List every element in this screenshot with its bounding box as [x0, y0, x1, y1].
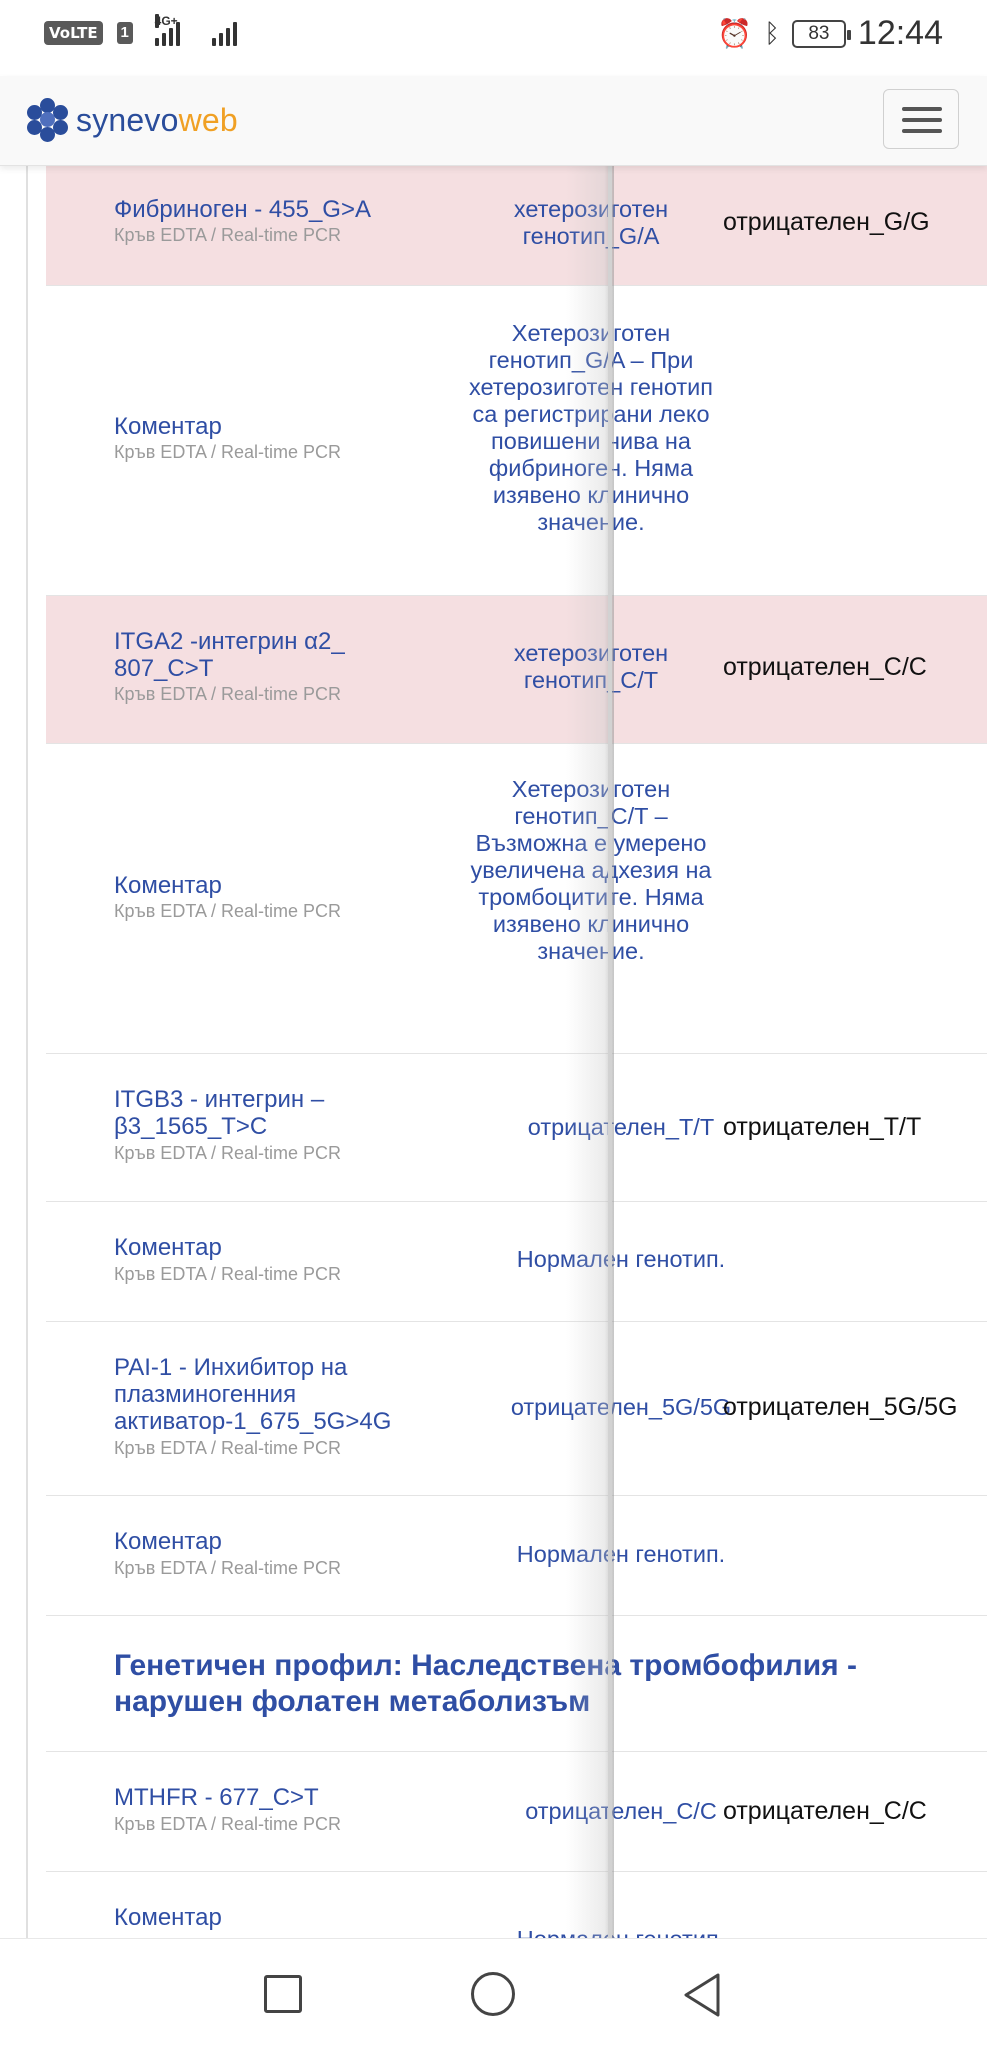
section-title: Генетичен профил: Наследствена тромбофил…	[114, 1649, 858, 1718]
hamburger-icon	[902, 107, 942, 111]
home-icon[interactable]	[471, 1972, 515, 2016]
table-row: ITGA2 -интегрин α2_ 807_C>T Кръв EDTA / …	[46, 596, 987, 744]
table-row: ITGB3 - интегрин – β3_1565_T>C Кръв EDTA…	[46, 1054, 987, 1202]
results-table: Фибриноген - 455_G>A Кръв EDTA / Real-ti…	[0, 166, 987, 1938]
test-result: хетерозиготен генотип_C/T	[513, 640, 669, 693]
test-meta: Кръв EDTA / Real-time PCR	[114, 1814, 342, 1834]
test-result: Хетерозиготен генотип_G/A – При хетерози…	[468, 320, 714, 535]
test-name[interactable]: Коментар	[114, 1904, 222, 1931]
reference-value: отрицателен_C/C	[723, 1797, 927, 1825]
test-result: хетерозиготен генотип_G/A	[513, 196, 669, 249]
table-row: Коментар Нормален генотип.	[46, 1872, 987, 1938]
test-name[interactable]: Коментар	[114, 1234, 222, 1261]
network-type: 4G+	[154, 14, 178, 28]
volte-badge: VoLTE	[44, 21, 103, 45]
signal-icon-2	[211, 20, 237, 46]
test-name[interactable]: Коментар	[114, 1528, 222, 1555]
test-meta: Кръв EDTA / Real-time PCR	[114, 1558, 342, 1578]
test-name[interactable]: PAI-1 - Инхибитор на плазминогенния акти…	[114, 1354, 414, 1435]
test-meta: Кръв EDTA / Real-time PCR	[114, 225, 342, 245]
table-row: Коментар Кръв EDTA / Real-time PCR Норма…	[46, 1202, 987, 1322]
test-name[interactable]: ITGA2 -интегрин α2_ 807_C>T	[114, 628, 394, 682]
test-name[interactable]: Коментар	[114, 413, 222, 440]
test-name[interactable]: Фибриноген - 455_G>A	[114, 196, 371, 223]
reference-value: отрицателен_5G/5G	[723, 1393, 958, 1421]
site-header: synevoweb	[0, 76, 987, 166]
status-right: ⏰ ᛒ 83 12:44	[717, 14, 943, 53]
reference-value: отрицателен_G/G	[723, 208, 930, 236]
test-meta: Кръв EDTA / Real-time PCR	[114, 1264, 342, 1284]
hamburger-menu-button[interactable]	[883, 89, 959, 149]
table-row: Фибриноген - 455_G>A Кръв EDTA / Real-ti…	[46, 166, 987, 286]
status-bar: VoLTE 1 4G+ ⏰ ᛒ 83 12:44	[0, 0, 987, 76]
table-row: Коментар Кръв EDTA / Real-time PCR Хетер…	[46, 286, 987, 596]
left-border	[26, 166, 28, 1938]
recent-apps-icon[interactable]	[264, 1975, 302, 2013]
test-result: Хетерозиготен генотип_C/T – Възможна е у…	[470, 776, 712, 964]
system-nav-bar	[0, 1938, 987, 2048]
logo-flower-icon	[26, 98, 70, 142]
test-name[interactable]: Коментар	[114, 872, 222, 899]
test-meta: Кръв EDTA / Real-time PCR	[114, 684, 342, 704]
test-meta: Кръв EDTA / Real-time PCR	[114, 1143, 342, 1163]
test-name[interactable]: MTHFR - 677_C>T	[114, 1784, 319, 1811]
signal-icon: 4G+	[154, 14, 180, 46]
test-meta: Кръв EDTA / Real-time PCR	[114, 1438, 342, 1458]
reference-value: отрицателен_T/T	[723, 1113, 922, 1141]
table-row: MTHFR - 677_C>T Кръв EDTA / Real-time PC…	[46, 1752, 987, 1872]
synevoweb-logo[interactable]: synevoweb	[26, 98, 238, 142]
battery-icon: 83	[791, 19, 851, 48]
test-result: Нормален генотип.	[516, 1246, 726, 1272]
logo-accent: web	[178, 101, 238, 138]
sim-indicator: 1	[116, 22, 133, 44]
alarm-icon: ⏰	[717, 18, 753, 49]
test-result: Нормален генотип.	[456, 1926, 786, 1938]
table-row: Коментар Кръв EDTA / Real-time PCR Норма…	[46, 1496, 987, 1616]
test-name[interactable]: ITGB3 - интегрин – β3_1565_T>C	[114, 1086, 374, 1140]
back-icon[interactable]	[680, 1971, 724, 2019]
test-meta: Кръв EDTA / Real-time PCR	[114, 442, 342, 462]
table-row: PAI-1 - Инхибитор на плазминогенния акти…	[46, 1322, 987, 1496]
status-left: VoLTE 1 4G+	[44, 14, 237, 46]
test-result: Нормален генотип.	[516, 1541, 726, 1567]
section-header: Генетичен профил: Наследствена тромбофил…	[46, 1616, 987, 1752]
column-divider	[608, 166, 612, 1938]
reference-value: отрицателен_C/C	[723, 653, 927, 681]
clock: 12:44	[857, 14, 943, 52]
logo-text: synevoweb	[76, 102, 238, 139]
bluetooth-icon: ᛒ	[764, 18, 780, 48]
logo-main: synevo	[76, 101, 179, 138]
test-meta: Кръв EDTA / Real-time PCR	[114, 901, 342, 921]
table-row: Коментар Кръв EDTA / Real-time PCR Хетер…	[46, 744, 987, 1054]
